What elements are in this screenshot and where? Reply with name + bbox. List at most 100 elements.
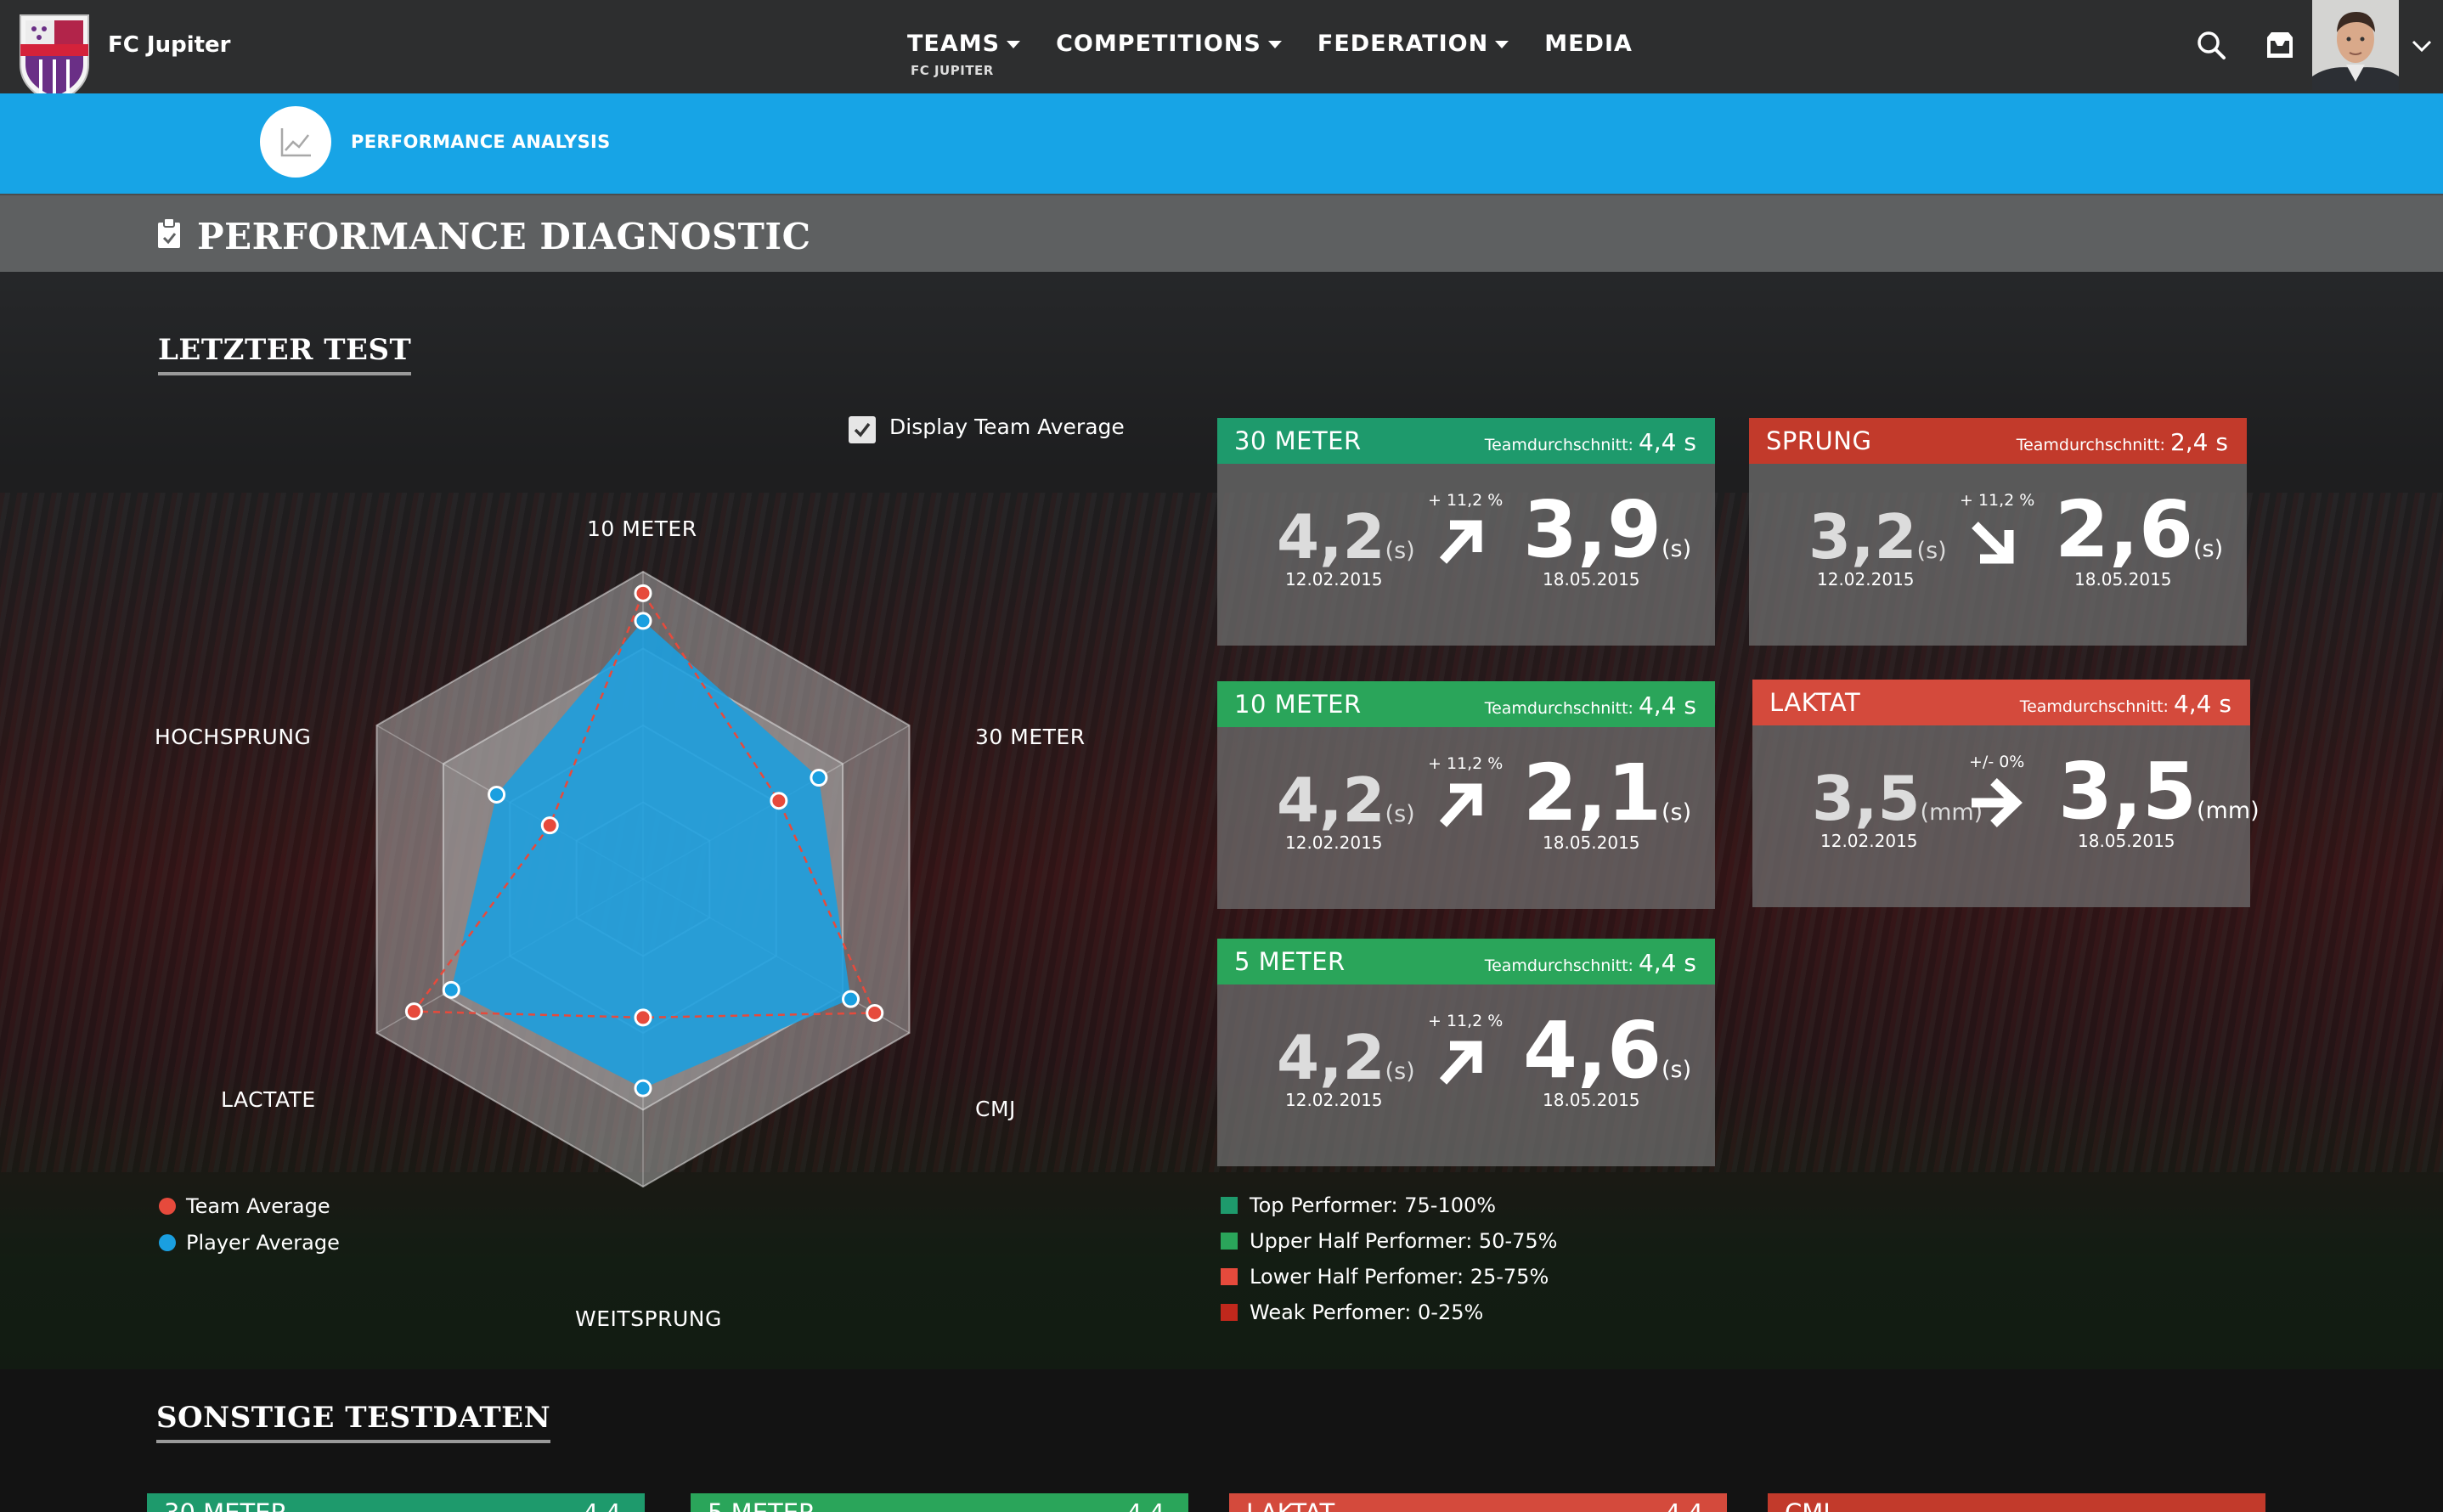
test-data-card[interactable]: 30 METER 4,4 <box>147 1493 645 1512</box>
previous-value-unit: (s) <box>1385 538 1415 564</box>
display-team-average-label[interactable]: Display Team Average <box>889 415 1125 439</box>
team-average: Teamdurchschnitt: 4,4 s <box>1485 949 1696 977</box>
section-title-last-test: LETZTER TEST <box>158 333 412 375</box>
metric-name: 10 METER <box>1234 690 1362 719</box>
legend-label: Team Average <box>186 1194 330 1218</box>
change-percent: + 11,2 % <box>1428 754 1504 773</box>
previous-value-unit: (s) <box>1385 801 1415 827</box>
performance-legend-item: Lower Half Perfomer: 25-75% <box>1221 1265 1549 1289</box>
test-data-card[interactable]: LAKTAT 4,4 <box>1229 1493 1727 1512</box>
display-team-average-checkbox[interactable] <box>849 416 876 443</box>
previous-value-number: 4,2 <box>1277 501 1385 573</box>
club-logo[interactable] <box>15 12 93 105</box>
current-date: 18.05.2015 <box>1543 569 1640 590</box>
current-date: 18.05.2015 <box>1543 832 1640 853</box>
chevron-down-icon[interactable] <box>2408 34 2435 58</box>
metric-card[interactable]: 10 METER Teamdurchschnitt: 4,4 s 4,2(s) … <box>1217 681 1715 909</box>
current-value-unit: (s) <box>1661 536 1692 562</box>
legend-label: Upper Half Performer: 50-75% <box>1250 1229 1558 1253</box>
current-value-number: 2,1 <box>1523 748 1662 838</box>
team-average-value: 4,4 s <box>1638 691 1696 719</box>
inbox-icon[interactable] <box>2260 25 2300 66</box>
nav-competitions[interactable]: COMPETITIONS <box>1056 31 1282 57</box>
current-value-unit: (s) <box>1661 1057 1692 1083</box>
user-avatar[interactable] <box>2312 0 2399 90</box>
test-data-name: CMJ <box>1785 1498 1831 1512</box>
current-date: 18.05.2015 <box>1543 1090 1640 1110</box>
club-name[interactable]: FC Jupiter <box>108 32 231 58</box>
legend-label: Top Performer: 75-100% <box>1250 1193 1497 1217</box>
test-data-card[interactable]: CMJ <box>1768 1493 2265 1512</box>
top-navigation: FC Jupiter TEAMS FC JUPITER COMPETITIONS… <box>0 0 2443 105</box>
test-data-name: 5 METER <box>708 1498 815 1512</box>
current-value-number: 3,9 <box>1523 484 1662 575</box>
current-value: 4,6(s) <box>1523 1005 1691 1096</box>
previous-value-unit: (s) <box>1916 538 1947 564</box>
team-average-value: 4,4 s <box>2173 690 2231 718</box>
section-title-other-test-data: SONSTIGE TESTDATEN <box>156 1401 551 1443</box>
performance-legend-item: Top Performer: 75-100% <box>1221 1193 1496 1217</box>
team-average: Teamdurchschnitt: 4,4 s <box>1485 428 1696 456</box>
current-value: 3,5(mm) <box>2058 746 2260 837</box>
legend-swatch <box>1221 1304 1238 1321</box>
metric-card[interactable]: 5 METER Teamdurchschnitt: 4,4 s 4,2(s) 1… <box>1217 939 1715 1166</box>
previous-date: 12.02.2015 <box>1285 569 1383 590</box>
legend-player-average: Player Average <box>159 1231 340 1255</box>
metric-card-header: 10 METER Teamdurchschnitt: 4,4 s <box>1217 681 1715 727</box>
metric-card[interactable]: 30 METER Teamdurchschnitt: 4,4 s 4,2(s) … <box>1217 418 1715 646</box>
current-value-number: 2,6 <box>2055 484 2193 575</box>
axis-label-weitsprung: WEITSPRUNG <box>575 1306 722 1331</box>
previous-value-number: 4,2 <box>1277 1022 1385 1093</box>
axis-label-cmj: CMJ <box>975 1097 1016 1121</box>
change-percent: + 11,2 % <box>1428 1012 1504 1030</box>
previous-value-unit: (s) <box>1385 1058 1415 1085</box>
chevron-down-icon <box>1267 41 1282 48</box>
nav-media[interactable]: MEDIA <box>1544 31 1633 57</box>
axis-label-10-meter: 10 METER <box>587 516 697 541</box>
performance-legend-item: Weak Perfomer: 0-25% <box>1221 1300 1483 1324</box>
metric-name: 5 METER <box>1234 947 1346 976</box>
test-data-name: LAKTAT <box>1246 1498 1334 1512</box>
current-date: 18.05.2015 <box>2074 569 2172 590</box>
previous-value: 4,2(s) <box>1277 501 1415 573</box>
nav-federation-label: FEDERATION <box>1317 31 1489 57</box>
team-average-value: 2,4 s <box>2169 428 2228 456</box>
previous-value: 3,5(mm) <box>1812 763 1983 834</box>
legend-swatch <box>1221 1268 1238 1285</box>
test-data-average: 4,4 <box>583 1498 621 1512</box>
axis-label-hochsprung: HOCHSPRUNG <box>155 725 312 749</box>
team-average-label: Teamdurchschnitt: <box>2016 436 2165 454</box>
search-icon[interactable] <box>2192 25 2232 66</box>
nav-teams-label: TEAMS <box>907 31 1001 57</box>
axis-label-lactate: LACTATE <box>221 1087 316 1112</box>
performance-analysis-link[interactable]: PERFORMANCE ANALYSIS <box>351 132 611 152</box>
legend-label: Player Average <box>186 1231 340 1255</box>
legend-swatch <box>159 1234 176 1251</box>
test-data-name: 30 METER <box>164 1498 288 1512</box>
metric-card[interactable]: SPRUNG Teamdurchschnitt: 2,4 s 3,2(s) 12… <box>1749 418 2247 646</box>
chevron-down-icon <box>1495 41 1509 48</box>
metric-card[interactable]: LAKTAT Teamdurchschnitt: 4,4 s 3,5(mm) 1… <box>1752 680 2260 907</box>
arrow-right-icon <box>1972 778 2023 827</box>
line-chart-icon <box>280 128 311 157</box>
change-percent: + 11,2 % <box>1960 491 2035 510</box>
legend-team-average: Team Average <box>159 1194 330 1218</box>
previous-date: 12.02.2015 <box>1817 569 1915 590</box>
current-value: 2,1(s) <box>1523 748 1691 838</box>
chevron-down-icon <box>1007 41 1021 48</box>
metric-name: SPRUNG <box>1766 426 1872 455</box>
arrow-up-right-icon <box>1439 520 1482 564</box>
metric-card-header: LAKTAT Teamdurchschnitt: 4,4 s <box>1752 680 2250 725</box>
nav-teams[interactable]: TEAMS FC JUPITER <box>907 31 1021 78</box>
nav-competitions-label: COMPETITIONS <box>1056 31 1261 57</box>
previous-date: 12.02.2015 <box>1820 831 1918 851</box>
team-average: Teamdurchschnitt: 4,4 s <box>2020 690 2231 718</box>
performance-analysis-button[interactable] <box>260 106 331 178</box>
test-data-card[interactable]: 5 METER 4,4 <box>691 1493 1188 1512</box>
nav-federation[interactable]: FEDERATION <box>1317 31 1509 57</box>
arrow-down-right-icon <box>1972 522 2014 564</box>
axis-label-30-meter: 30 METER <box>975 725 1086 749</box>
clipboard-icon <box>158 217 180 248</box>
metric-card-header: 30 METER Teamdurchschnitt: 4,4 s <box>1217 418 1715 464</box>
current-value: 2,6(s) <box>2055 484 2223 575</box>
